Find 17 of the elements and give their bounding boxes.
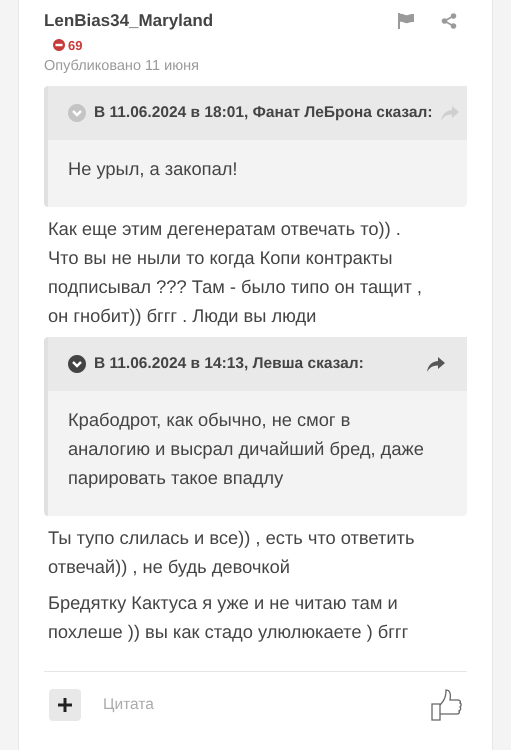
post-text: Ты тупо слилась и все)) , есть что ответить отвечай)) , не будь девочкой xyxy=(47,526,416,579)
quote-text: Крабодрот, как обычно, не смог в аналогию и высрал дичайший бред, даже парировать такое впадлу xyxy=(67,408,425,490)
quote-text: Не урыл, а закопал! xyxy=(67,157,238,181)
share-icon[interactable] xyxy=(441,13,457,29)
flag-icon[interactable] xyxy=(397,13,415,29)
chevron-icon[interactable] xyxy=(68,355,86,373)
post-text: Бредятку Кактуса я уже и не читаю там и похлеше )) вы как стадо улюлюкаете ) бггг xyxy=(47,591,410,644)
minus-circle-icon xyxy=(53,39,65,51)
author-name[interactable]: LenBias34_Maryland xyxy=(44,11,397,31)
publish-date: Опубликовано 11 июня xyxy=(44,58,200,76)
post-text: Как еще этим дегенератам отвечать то)) . Что вы не ныли то когда Копи контракты подписывал ??? Там - было типо он тащит , он гнобит)) бггг . Люди вы люди xyxy=(47,217,423,328)
add-quote-button[interactable] xyxy=(49,689,81,721)
share-arrow-icon[interactable] xyxy=(427,356,445,372)
plus-icon xyxy=(58,698,72,712)
reputation-count: 69 xyxy=(68,38,82,52)
quote-header: В 11.06.2024 в 18:01, Фанат ЛеБрона сказал: xyxy=(94,104,433,122)
quote-header: В 11.06.2024 в 14:13, Левша сказал: xyxy=(94,355,365,373)
